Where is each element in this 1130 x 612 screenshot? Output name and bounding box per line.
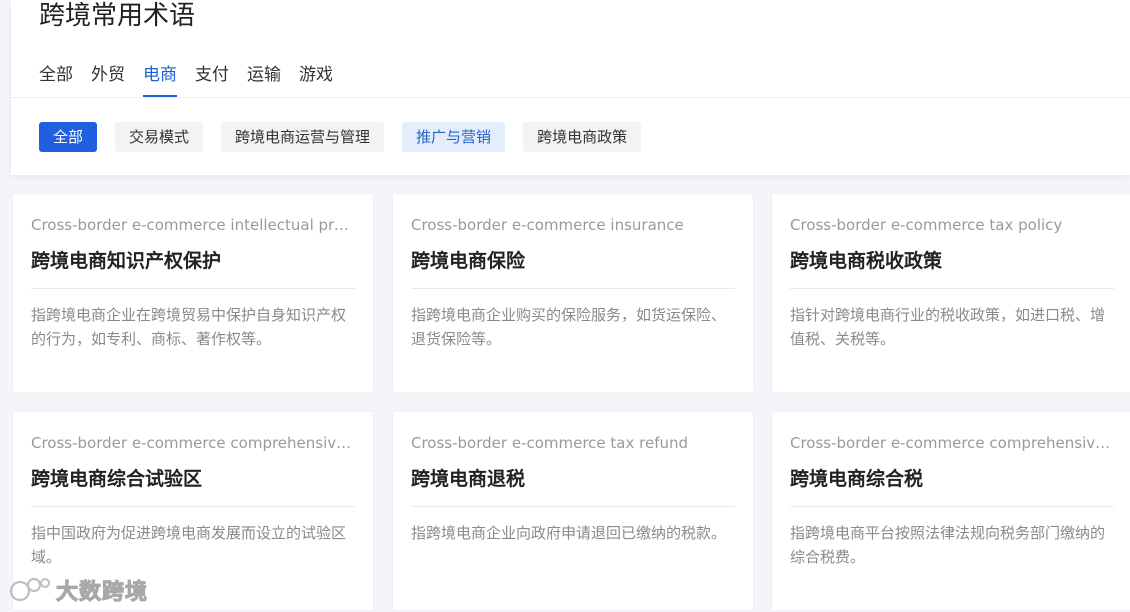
watermark: 大数跨境 — [8, 574, 148, 606]
tab-payment[interactable]: 支付 — [195, 62, 229, 97]
term-english: Cross-border e-commerce intellectual pro… — [31, 216, 355, 234]
tab-ecommerce[interactable]: 电商 — [143, 62, 177, 97]
tab-shipping[interactable]: 运输 — [247, 62, 281, 97]
watermark-text: 大数跨境 — [55, 580, 149, 606]
subcategory-chips: 全部 交易模式 跨境电商运营与管理 推广与营销 跨境电商政策 — [39, 122, 642, 152]
term-description: 指跨境电商企业购买的保险服务，如货运保险、退货保险等。 — [411, 306, 727, 348]
card-divider — [411, 288, 735, 289]
tab-foreign-trade[interactable]: 外贸 — [91, 62, 125, 97]
term-chinese: 跨境电商综合试验区 — [31, 468, 203, 490]
chip-trade-mode[interactable]: 交易模式 — [115, 122, 204, 152]
term-english: Cross-border e-commerce insurance — [411, 216, 684, 234]
category-tabs: 全部 外贸 电商 支付 运输 游戏 — [39, 62, 333, 98]
tab-all[interactable]: 全部 — [39, 62, 73, 97]
term-card[interactable]: Cross-border e-commerce intellectual pro… — [12, 193, 374, 393]
term-description: 指跨境电商平台按照法律法规向税务部门缴纳的综合税费。 — [790, 524, 1106, 566]
term-chinese: 跨境电商知识产权保护 — [31, 250, 222, 272]
chip-operations-management[interactable]: 跨境电商运营与管理 — [221, 122, 385, 152]
chip-policy[interactable]: 跨境电商政策 — [523, 122, 642, 152]
page-title: 跨境常用术语 — [39, 1, 196, 31]
term-description: 指中国政府为促进跨境电商发展而设立的试验区域。 — [31, 524, 347, 566]
term-chinese: 跨境电商税收政策 — [790, 250, 943, 272]
card-divider — [790, 506, 1114, 507]
card-divider — [790, 288, 1114, 289]
term-card[interactable]: Cross-border e-commerce tax refund 跨境电商退… — [392, 411, 754, 611]
term-english: Cross-border e-commerce comprehensive te… — [31, 434, 355, 452]
term-english: Cross-border e-commerce comprehensive ta… — [790, 434, 1114, 452]
brand-logo-icon — [9, 577, 50, 602]
card-divider — [31, 506, 355, 507]
card-divider — [411, 506, 735, 507]
tab-games[interactable]: 游戏 — [299, 62, 333, 97]
chip-promotion-marketing[interactable]: 推广与营销 — [402, 122, 506, 152]
header-panel: 跨境常用术语 全部 外贸 电商 支付 运输 游戏 全部 交易模式 跨境电商运营与… — [11, 0, 1130, 175]
term-card[interactable]: Cross-border e-commerce insurance 跨境电商保险… — [392, 193, 754, 393]
card-divider — [31, 288, 355, 289]
term-english: Cross-border e-commerce tax policy — [790, 216, 1063, 234]
term-chinese: 跨境电商综合税 — [790, 468, 924, 490]
term-english: Cross-border e-commerce tax refund — [411, 434, 689, 452]
term-chinese: 跨境电商保险 — [411, 250, 526, 272]
term-card[interactable]: Cross-border e-commerce tax policy 跨境电商税… — [771, 193, 1130, 393]
term-chinese: 跨境电商退税 — [411, 468, 526, 490]
tabs-divider — [11, 97, 1130, 98]
chip-all[interactable]: 全部 — [39, 122, 98, 152]
term-description: 指针对跨境电商行业的税收政策，如进口税、增值税、关税等。 — [790, 306, 1106, 348]
term-description: 指跨境电商企业向政府申请退回已缴纳的税款。 — [411, 524, 727, 542]
term-card[interactable]: Cross-border e-commerce comprehensive ta… — [771, 411, 1130, 611]
term-description: 指跨境电商企业在跨境贸易中保护自身知识产权的行为，如专利、商标、著作权等。 — [31, 306, 347, 348]
